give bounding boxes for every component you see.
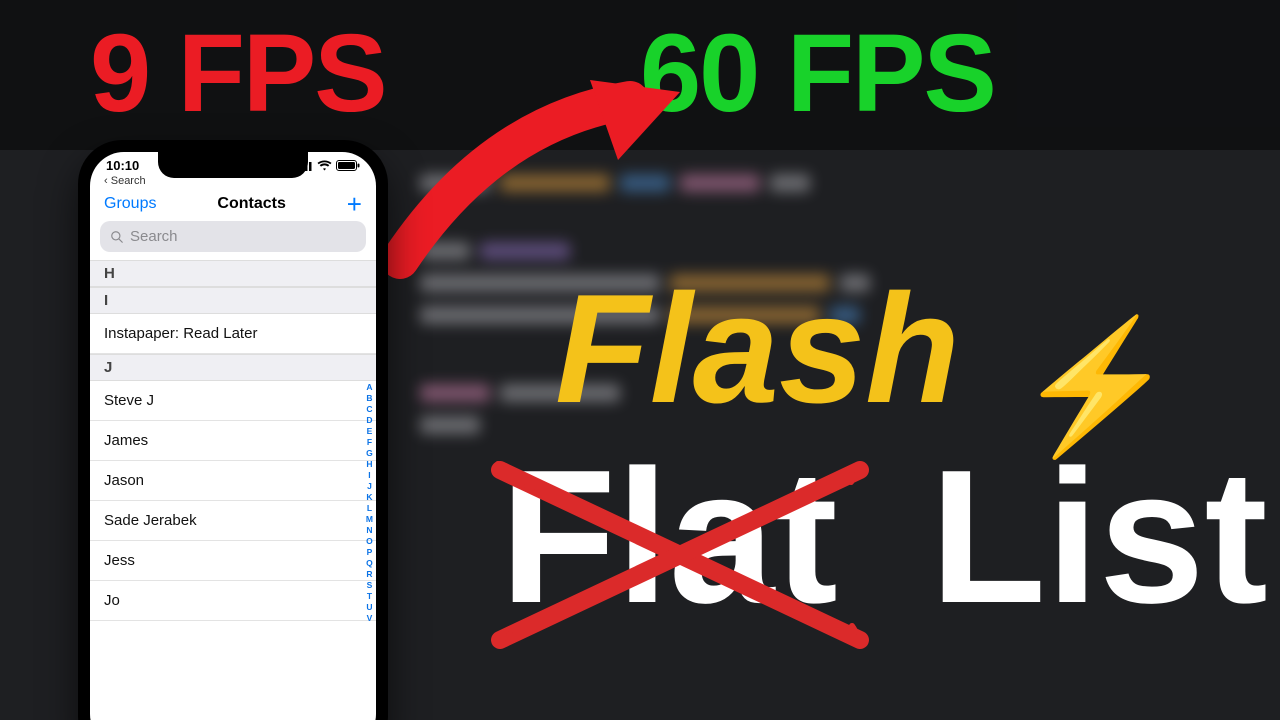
flash-word: Flash bbox=[555, 278, 960, 421]
section-header: I bbox=[90, 287, 376, 314]
list-item[interactable]: Instapaper: Read Later bbox=[90, 314, 376, 354]
search-icon bbox=[110, 230, 124, 244]
section-header: J bbox=[90, 354, 376, 381]
status-time: 10:10 bbox=[106, 158, 139, 173]
list-item[interactable]: Steve J bbox=[90, 381, 376, 421]
list-item[interactable]: James bbox=[90, 421, 376, 461]
add-contact-button[interactable]: + bbox=[347, 195, 362, 213]
list-item[interactable]: Jason bbox=[90, 461, 376, 501]
flat-word: Flat bbox=[500, 450, 838, 625]
wifi-icon bbox=[317, 160, 332, 171]
list-item[interactable]: Jo bbox=[90, 581, 376, 621]
phone-screen: 10:10 Search Groups Contacts + Search H … bbox=[90, 152, 376, 720]
list-item[interactable]: Sade Jerabek bbox=[90, 501, 376, 541]
nav-bar: Groups Contacts + bbox=[90, 189, 376, 221]
section-header: H bbox=[90, 260, 376, 287]
search-placeholder: Search bbox=[130, 228, 178, 245]
contacts-list[interactable]: H I Instapaper: Read Later J Steve J Jam… bbox=[90, 260, 376, 621]
nav-title: Contacts bbox=[217, 195, 285, 213]
thumbnail-stage: 9 FPS 60 FPS 10:10 Search Groups Contact… bbox=[0, 0, 1280, 720]
phone-notch bbox=[158, 152, 308, 178]
iphone-mockup: 10:10 Search Groups Contacts + Search H … bbox=[78, 140, 388, 720]
groups-button[interactable]: Groups bbox=[104, 195, 156, 213]
search-input[interactable]: Search bbox=[100, 221, 366, 252]
curved-arrow-icon bbox=[380, 60, 700, 280]
alphabet-index[interactable]: ABCDEFGHIJKLMNOPQRSTUV bbox=[366, 382, 373, 624]
list-item[interactable]: Jess bbox=[90, 541, 376, 581]
low-fps-label: 9 FPS bbox=[90, 10, 386, 137]
list-word: List bbox=[930, 450, 1268, 625]
battery-icon bbox=[336, 160, 360, 171]
